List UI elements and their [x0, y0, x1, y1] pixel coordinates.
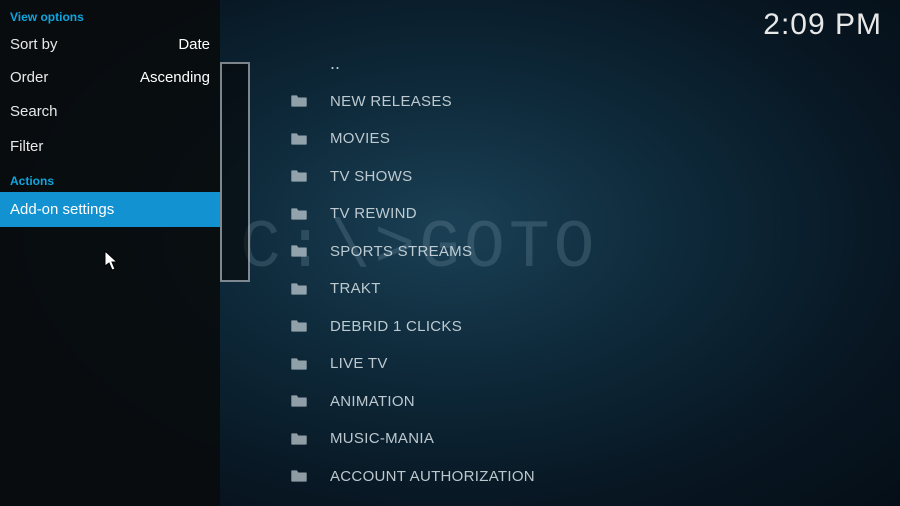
folder-icon [290, 207, 308, 221]
list-item-label: ACCOUNT AUTHORIZATION [330, 468, 535, 485]
list-item[interactable]: MOVIES [290, 120, 880, 158]
folder-icon [290, 394, 308, 408]
list-item[interactable]: .. [290, 45, 880, 83]
folder-icon [290, 319, 308, 333]
list-item[interactable]: NEW RELEASES [290, 83, 880, 121]
blank-icon [290, 57, 308, 71]
side-panel: View options Sort by Date Order Ascendin… [0, 0, 220, 506]
list-item-label: SPORTS STREAMS [330, 243, 472, 260]
content-list: .. NEW RELEASES MOVIES TV SHOWS TV REWIND SPO… [290, 45, 880, 506]
list-item-label: MOVIES [330, 130, 390, 147]
list-item-label: MUSIC-MANIA [330, 430, 434, 447]
list-item[interactable]: ANIMATION [290, 383, 880, 421]
sort-by-value: Date [178, 36, 210, 53]
list-item[interactable]: TV SHOWS [290, 158, 880, 196]
list-item-label: TRAKT [330, 280, 381, 297]
filter-option[interactable]: Filter [0, 129, 220, 164]
addon-settings-option[interactable]: Add-on settings [0, 192, 220, 227]
list-item[interactable]: SPORTS STREAMS [290, 233, 880, 271]
folder-icon [290, 432, 308, 446]
list-item[interactable]: MUSIC-MANIA [290, 420, 880, 458]
list-item[interactable]: TV REWIND [290, 195, 880, 233]
list-item-label: TV SHOWS [330, 168, 412, 185]
list-item[interactable]: TRAKT [290, 270, 880, 308]
order-row[interactable]: Order Ascending [0, 61, 220, 94]
list-item[interactable]: LIVE TV [290, 345, 880, 383]
list-item-label: DEBRID 1 CLICKS [330, 318, 462, 335]
view-options-header: View options [0, 0, 220, 28]
actions-header: Actions [0, 164, 220, 192]
list-item-label: .. [330, 53, 340, 74]
folder-icon [290, 94, 308, 108]
list-item-label: TV REWIND [330, 205, 417, 222]
order-value: Ascending [140, 69, 210, 86]
folder-icon [290, 169, 308, 183]
folder-icon [290, 282, 308, 296]
list-item-label: LIVE TV [330, 355, 388, 372]
list-item-label: ANIMATION [330, 393, 415, 410]
clock: 2:09 PM [763, 8, 882, 42]
list-item[interactable]: SEARCH [290, 495, 880, 506]
search-option[interactable]: Search [0, 94, 220, 129]
folder-icon [290, 357, 308, 371]
list-item[interactable]: DEBRID 1 CLICKS [290, 308, 880, 346]
sort-by-row[interactable]: Sort by Date [0, 28, 220, 61]
order-label: Order [10, 69, 48, 86]
sort-by-label: Sort by [10, 36, 58, 53]
folder-icon [290, 244, 308, 258]
list-item[interactable]: ACCOUNT AUTHORIZATION [290, 458, 880, 496]
folder-icon [290, 469, 308, 483]
list-item-label: NEW RELEASES [330, 93, 452, 110]
folder-icon [290, 132, 308, 146]
